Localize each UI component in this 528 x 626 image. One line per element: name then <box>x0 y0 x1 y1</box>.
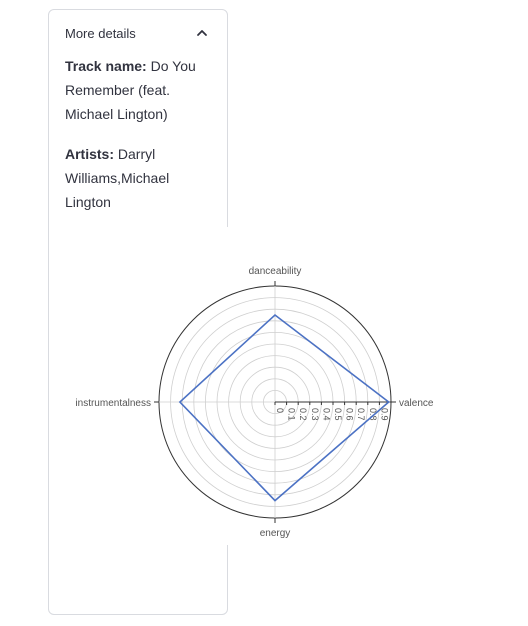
track-info: Track name: Do You Remember (feat. Micha… <box>65 54 215 126</box>
category-label: energy <box>260 528 291 539</box>
artists-info: Artists: Darryl Williams,Michael Lington <box>65 142 215 214</box>
radial-tick-label: 0.3 <box>310 408 320 421</box>
chevron-up-icon[interactable] <box>195 26 209 40</box>
radar-chart: 0 0.1 0.2 0.3 0.4 0.5 0.6 0.7 0.8 0.9valencedance… <box>50 227 525 545</box>
radial-tick-label: 0.7 <box>356 408 366 421</box>
category-label: instrumentalness <box>75 398 151 409</box>
artists-label: Artists: <box>65 146 115 162</box>
expander-title: More details <box>65 26 136 41</box>
radial-tick-label: 0.2 <box>298 408 308 421</box>
radial-tick-label: 0 <box>275 408 285 413</box>
expander-header[interactable]: More details <box>49 10 227 56</box>
category-label: valence <box>399 398 434 409</box>
radial-tick-label: 0.4 <box>321 408 331 421</box>
track-label: Track name: <box>65 58 147 74</box>
radial-tick-label: 0.9 <box>379 408 389 421</box>
radial-tick-label: 0.1 <box>287 408 297 421</box>
category-label: danceability <box>249 266 302 277</box>
radial-tick-label: 0.5 <box>333 408 343 421</box>
radial-tick-label: 0.6 <box>345 408 355 421</box>
